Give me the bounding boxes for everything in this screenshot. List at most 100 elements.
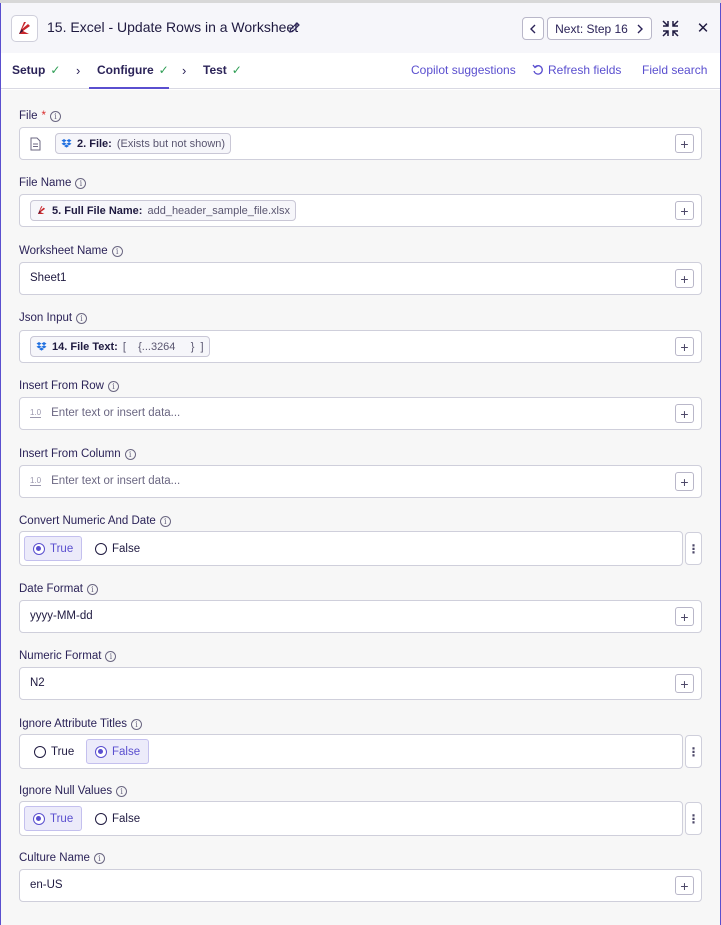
chevron-right-icon: › bbox=[76, 63, 81, 78]
field-label-file-name: File Name i bbox=[19, 177, 87, 189]
radio-label: False bbox=[112, 745, 141, 758]
tab-test[interactable]: Test ✓ bbox=[203, 63, 242, 77]
info-icon[interactable]: i bbox=[116, 785, 128, 797]
collapse-icon[interactable] bbox=[662, 20, 679, 37]
check-icon: ✓ bbox=[158, 63, 169, 77]
check-icon: ✓ bbox=[50, 63, 61, 77]
radio-option-false[interactable]: False bbox=[87, 536, 148, 561]
worksheet-name-field[interactable]: Sheet1 + bbox=[19, 262, 702, 295]
tab-configure[interactable]: Configure ✓ bbox=[97, 63, 169, 77]
culture-name-label-text: Culture Name bbox=[19, 852, 90, 864]
culture-name-value: en-US bbox=[30, 879, 63, 891]
info-icon[interactable]: i bbox=[50, 110, 62, 122]
numeric-format-value: N2 bbox=[30, 677, 45, 689]
info-icon[interactable]: i bbox=[86, 583, 98, 595]
insert-data-button[interactable]: + bbox=[675, 337, 694, 356]
info-icon[interactable]: i bbox=[93, 852, 105, 864]
field-label-file: File * i bbox=[19, 110, 62, 122]
field-label-json-input: Json Input i bbox=[19, 312, 88, 324]
insert-data-button[interactable]: + bbox=[675, 876, 694, 895]
radio-option-true[interactable]: True bbox=[24, 806, 83, 831]
radio-option-false[interactable]: False bbox=[86, 739, 150, 764]
check-icon: ✓ bbox=[231, 63, 242, 77]
next-step-label: Next: Step 16 bbox=[555, 21, 628, 36]
info-icon[interactable]: i bbox=[131, 718, 143, 730]
dropbox-icon bbox=[36, 341, 47, 351]
numeric-format-label-text: Numeric Format bbox=[19, 650, 102, 662]
placeholder-text: Enter text or insert data... bbox=[51, 407, 181, 419]
file-field[interactable]: 2. File: (Exists but not shown) + bbox=[19, 127, 702, 160]
edit-pencil-icon[interactable] bbox=[288, 21, 301, 34]
field-label-culture-name: Culture Name i bbox=[19, 852, 105, 864]
file-data-pill[interactable]: 2. File: (Exists but not shown) bbox=[55, 133, 232, 154]
pill-key: 5. Full File Name: bbox=[52, 204, 143, 217]
insert-from-row-field[interactable]: 1.0 Enter text or insert data... + bbox=[19, 397, 702, 430]
more-options-button[interactable]: ⋮ bbox=[685, 532, 702, 565]
file-name-field[interactable]: 5. Full File Name: add_header_sample_fil… bbox=[19, 194, 702, 227]
date-format-field[interactable]: yyyy-MM-dd + bbox=[19, 600, 702, 633]
info-icon[interactable]: i bbox=[111, 245, 123, 257]
pill-key: 2. File: bbox=[77, 137, 112, 150]
chevron-left-icon bbox=[530, 24, 536, 33]
field-label-insert-from-row: Insert From Row i bbox=[19, 380, 119, 392]
step-header: 15. Excel - Update Rows in a Worksheet N… bbox=[1, 3, 720, 53]
insert-from-row-input[interactable]: 1.0 Enter text or insert data... bbox=[30, 407, 180, 419]
ignore-null-values-label-text: Ignore Null Values bbox=[19, 785, 113, 797]
insert-data-button[interactable]: + bbox=[675, 404, 694, 423]
copilot-suggestions-link[interactable]: Copilot suggestions bbox=[411, 63, 516, 77]
insert-data-button[interactable]: + bbox=[675, 269, 694, 288]
info-icon[interactable]: i bbox=[76, 312, 88, 324]
insert-data-button[interactable]: + bbox=[675, 674, 694, 693]
json-input-label-text: Json Input bbox=[19, 312, 73, 324]
radio-unselected-icon bbox=[95, 812, 107, 825]
convert-numeric-and-date-field: True False bbox=[19, 531, 683, 566]
insert-data-button[interactable]: + bbox=[675, 607, 694, 626]
more-options-button[interactable]: ⋮ bbox=[685, 802, 702, 835]
next-step-button[interactable]: Next: Step 16 bbox=[547, 17, 652, 40]
active-tab-indicator bbox=[89, 87, 169, 89]
tab-configure-label: Configure bbox=[97, 63, 154, 77]
required-marker: * bbox=[41, 110, 47, 122]
app-logo bbox=[11, 15, 38, 42]
field-label-insert-from-column: Insert From Column i bbox=[19, 448, 136, 460]
info-icon[interactable]: i bbox=[105, 650, 117, 662]
info-icon[interactable]: i bbox=[75, 177, 87, 189]
worksheet-name-value: Sheet1 bbox=[30, 272, 67, 284]
document-icon bbox=[30, 137, 41, 151]
more-options-button[interactable]: ⋮ bbox=[685, 735, 702, 768]
refresh-icon bbox=[532, 64, 543, 75]
field-label-ignore-attribute-titles: Ignore Attribute Titles i bbox=[19, 718, 143, 730]
radio-unselected-icon bbox=[95, 542, 107, 555]
radio-label: False bbox=[112, 542, 141, 555]
field-label-date-format: Date Format i bbox=[19, 583, 98, 595]
radio-option-true[interactable]: True bbox=[26, 739, 82, 764]
culture-name-field[interactable]: en-US + bbox=[19, 869, 702, 902]
refresh-fields-button[interactable]: Refresh fields bbox=[532, 63, 621, 77]
chevron-right-icon bbox=[637, 24, 643, 33]
insert-data-button[interactable]: + bbox=[675, 201, 694, 220]
info-icon[interactable]: i bbox=[159, 515, 171, 527]
radio-option-false[interactable]: False bbox=[87, 806, 148, 831]
insert-from-column-input[interactable]: 1.0 Enter text or insert data... bbox=[30, 475, 180, 487]
configure-form: File * i 2. File: (Exists but not shown)… bbox=[1, 90, 720, 925]
radio-option-true[interactable]: True bbox=[24, 536, 83, 561]
info-icon[interactable]: i bbox=[108, 380, 119, 392]
tab-setup[interactable]: Setup ✓ bbox=[12, 63, 60, 77]
insert-data-button[interactable]: + bbox=[675, 472, 694, 491]
numeric-format-field[interactable]: N2 + bbox=[19, 667, 702, 700]
radio-label: False bbox=[112, 812, 141, 825]
json-input-field[interactable]: 14. File Text: [ {...3264 } ] + bbox=[19, 330, 702, 363]
insert-data-button[interactable]: + bbox=[675, 134, 694, 153]
ignore-null-values-field: True False bbox=[19, 801, 683, 836]
insert-from-column-field[interactable]: 1.0 Enter text or insert data... + bbox=[19, 465, 702, 498]
previous-step-button[interactable] bbox=[522, 17, 544, 40]
radio-selected-icon bbox=[95, 745, 107, 758]
file-name-data-pill[interactable]: 5. Full File Name: add_header_sample_fil… bbox=[30, 200, 296, 221]
pill-value: add_header_sample_file.xlsx bbox=[147, 204, 290, 217]
close-icon[interactable]: ✕ bbox=[695, 20, 711, 37]
ignore-attribute-titles-label-text: Ignore Attribute Titles bbox=[19, 718, 128, 730]
file-name-label-text: File Name bbox=[19, 177, 72, 189]
info-icon[interactable]: i bbox=[124, 448, 136, 460]
json-input-data-pill[interactable]: 14. File Text: [ {...3264 } ] bbox=[30, 336, 210, 357]
field-search-link[interactable]: Field search bbox=[642, 63, 707, 77]
